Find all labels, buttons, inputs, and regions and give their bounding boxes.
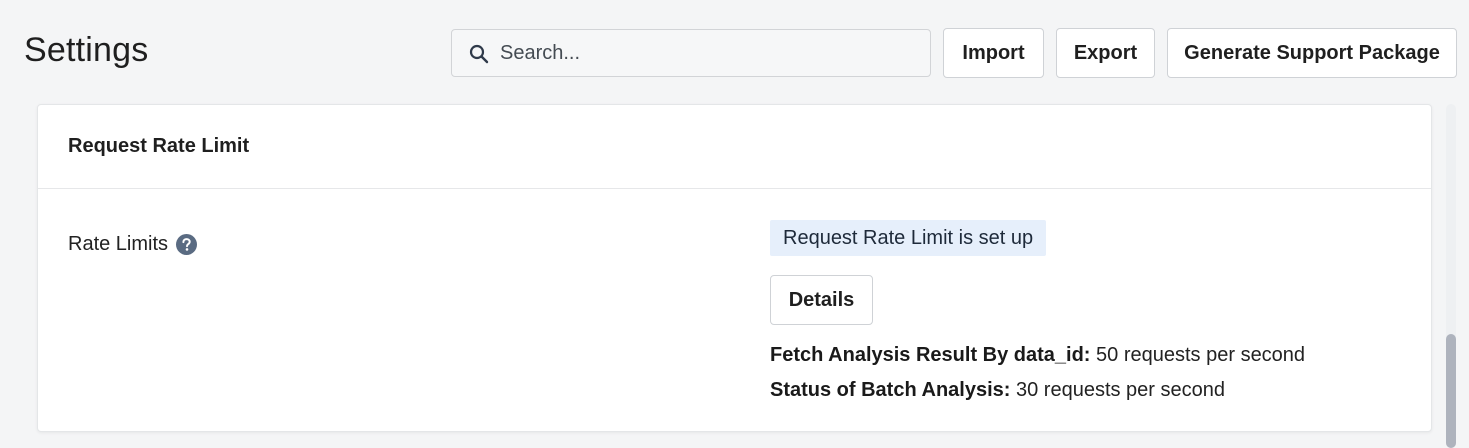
limit-value: 30 requests per second bbox=[1015, 379, 1226, 401]
limit-line-batch-analysis: Status of Batch Analysis: 30 requests pe… bbox=[770, 379, 1225, 402]
search-icon bbox=[469, 44, 489, 64]
rate-limits-label: Rate Limits bbox=[68, 233, 169, 255]
details-button[interactable]: Details bbox=[770, 275, 873, 325]
card-header: Request Rate Limit bbox=[38, 105, 1431, 189]
search-input[interactable] bbox=[500, 30, 920, 76]
request-rate-limit-card: Request Rate Limit Rate Limits Request R… bbox=[37, 104, 1432, 432]
vertical-scrollbar[interactable] bbox=[1446, 104, 1456, 448]
card-title: Request Rate Limit bbox=[68, 135, 250, 157]
rate-limits-label-row: Rate Limits bbox=[68, 233, 198, 256]
page-title: Settings bbox=[24, 31, 149, 69]
limit-name: Status of Batch Analysis: bbox=[770, 379, 1011, 401]
import-button[interactable]: Import bbox=[943, 28, 1044, 78]
search-box[interactable] bbox=[451, 29, 931, 77]
export-button[interactable]: Export bbox=[1056, 28, 1155, 78]
help-circle-icon[interactable] bbox=[176, 234, 198, 255]
generate-support-package-button[interactable]: Generate Support Package bbox=[1167, 28, 1457, 78]
limit-name: Fetch Analysis Result By data_id: bbox=[770, 344, 1091, 366]
limit-value: 50 requests per second bbox=[1096, 344, 1306, 366]
status-badge: Request Rate Limit is set up bbox=[770, 220, 1047, 256]
limit-line-fetch-analysis: Fetch Analysis Result By data_id: 50 req… bbox=[770, 344, 1305, 367]
scrollbar-thumb[interactable] bbox=[1446, 334, 1456, 448]
settings-header: Settings Import Export Generate Support … bbox=[0, 0, 1469, 104]
